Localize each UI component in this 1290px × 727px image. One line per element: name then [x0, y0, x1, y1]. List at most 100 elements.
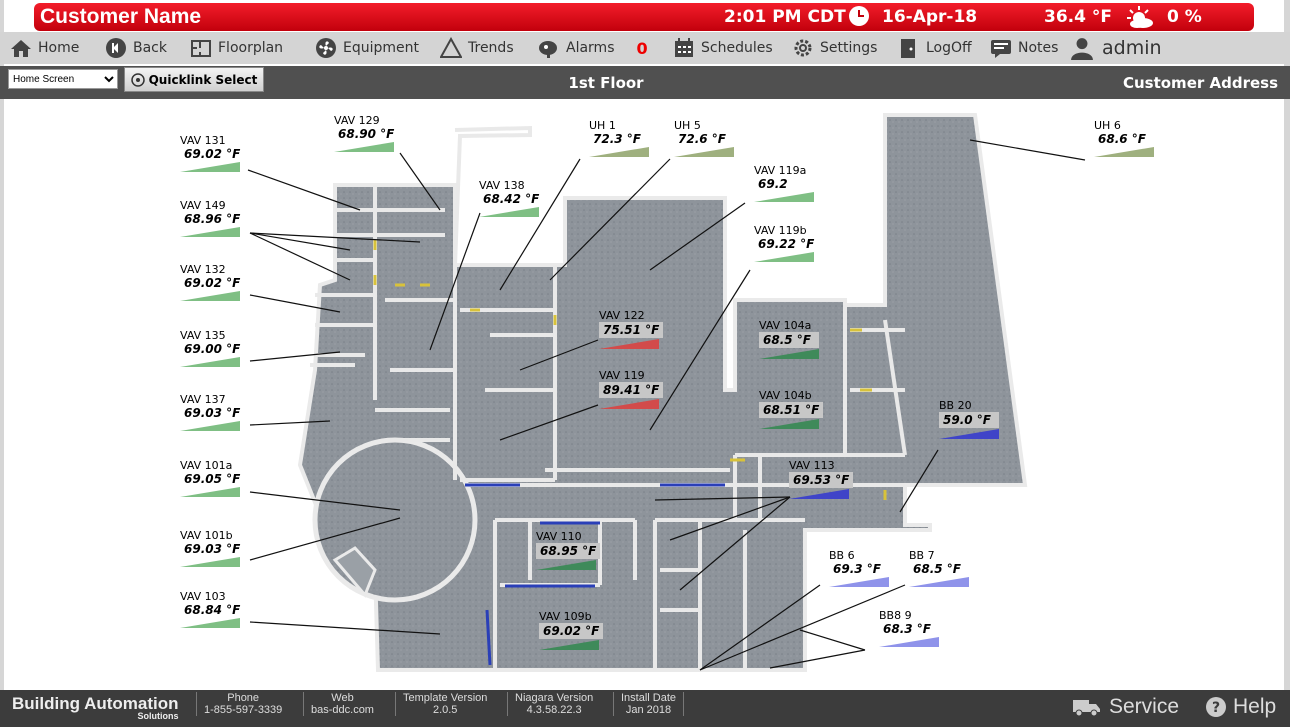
status-wedge — [180, 357, 240, 367]
unit-label: VAV 131 — [180, 134, 226, 147]
nav-back[interactable]: Back — [105, 36, 167, 60]
unit-value: 69.2 — [758, 177, 788, 191]
unit-tag[interactable]: VAV 129 68.90 °F — [334, 114, 394, 152]
nav-equipment[interactable]: Equipment — [315, 36, 419, 60]
gear-icon — [794, 39, 812, 57]
precipitation-percent: 0 % — [1167, 7, 1202, 27]
user-menu[interactable]: admin — [1068, 36, 1162, 60]
unit-label: VAV 101a — [180, 459, 233, 472]
unit-tag[interactable]: UH 5 72.6 °F — [674, 119, 734, 157]
partly-cloudy-icon — [1127, 6, 1153, 28]
brand-logo: Building Automation Solutions — [12, 694, 179, 721]
install-date: Jan 2018 — [625, 704, 672, 716]
unit-tag[interactable]: VAV 135 69.00 °F — [180, 329, 240, 367]
unit-tag[interactable]: VAV 119 89.41 °F — [599, 369, 664, 409]
status-wedge — [180, 291, 240, 301]
nav-notes[interactable]: Notes — [990, 36, 1058, 60]
unit-label: BB 7 — [909, 549, 935, 562]
unit-tag[interactable]: UH 1 72.3 °F — [589, 119, 649, 157]
floor-plan: VAV 131 69.02 °F VAV 129 68.90 °F VAV 149 6… — [0, 100, 1290, 690]
unit-tag[interactable]: UH 6 68.6 °F — [1094, 119, 1154, 157]
unit-tag[interactable]: BB 20 59.0 °F — [939, 399, 999, 439]
unit-label: BB 20 — [939, 399, 972, 412]
nav-alarms[interactable]: Alarms 0 — [538, 36, 648, 60]
nav-settings[interactable]: Settings — [792, 36, 877, 60]
unit-value: 72.6 °F — [678, 132, 726, 146]
notes-icon — [991, 40, 1011, 58]
service-button[interactable]: Service — [1073, 695, 1179, 719]
unit-tag[interactable]: BB8 9 68.3 °F — [879, 609, 939, 647]
footer: Building Automation Solutions Phone 1-855… — [0, 690, 1290, 727]
unit-tag[interactable]: VAV 131 69.02 °F — [180, 134, 240, 172]
unit-label: VAV 101b — [180, 529, 233, 542]
web-url: bas-ddc.com — [311, 704, 374, 716]
niagara-info: Niagara Version 4.3.58.22.3 — [507, 692, 600, 716]
phone-info: Phone 1-855-597-3339 — [196, 692, 289, 716]
unit-tag[interactable]: BB 6 69.3 °F — [829, 549, 889, 587]
nav-home[interactable]: Home — [10, 36, 79, 60]
install-info: Install Date Jan 2018 — [613, 692, 685, 716]
template-info: Template Version 2.0.5 — [395, 692, 494, 716]
unit-value: 68.96 °F — [184, 212, 241, 226]
unit-label: BB 6 — [829, 549, 855, 562]
unit-tag[interactable]: VAV 104b 68.51 °F — [759, 389, 824, 429]
unit-tag[interactable]: VAV 119a 69.2 — [754, 164, 814, 202]
nav-trends[interactable]: Trends — [440, 36, 514, 60]
unit-tag[interactable]: VAV 122 75.51 °F — [599, 309, 664, 349]
nav-schedules[interactable]: Schedules — [673, 36, 773, 60]
unit-tag[interactable]: VAV 113 69.53 °F — [789, 459, 854, 499]
unit-label: VAV 149 — [180, 199, 226, 212]
unit-tag[interactable]: VAV 109b 69.02 °F — [539, 610, 604, 650]
nav-back-label: Back — [133, 40, 167, 56]
back-icon — [106, 38, 126, 58]
help-button[interactable]: ? Help — [1205, 695, 1276, 719]
unit-tag[interactable]: VAV 101b 69.03 °F — [180, 529, 240, 567]
unit-label: VAV 138 — [479, 179, 525, 192]
unit-tag[interactable]: VAV 119b 69.22 °F — [754, 224, 814, 262]
status-wedge — [599, 399, 659, 409]
unit-tag[interactable]: VAV 137 69.03 °F — [180, 393, 240, 431]
status-wedge — [180, 227, 240, 237]
unit-tag[interactable]: VAV 149 68.96 °F — [180, 199, 240, 237]
customer-address: Customer Address — [1122, 74, 1278, 92]
unit-tag[interactable]: VAV 103 68.84 °F — [180, 590, 240, 628]
service-label: Service — [1109, 695, 1180, 718]
unit-tag[interactable]: VAV 104a 68.5 °F — [759, 319, 819, 359]
nav-schedules-label: Schedules — [701, 40, 773, 56]
unit-tag[interactable]: VAV 132 69.02 °F — [180, 263, 240, 301]
outdoor-temperature: 36.4 °F — [1044, 7, 1112, 27]
unit-tag[interactable]: VAV 138 68.42 °F — [479, 179, 539, 217]
current-time: 2:01 PM CDT — [724, 7, 846, 27]
status-wedge — [1094, 147, 1154, 157]
status-wedge — [754, 192, 814, 202]
status-wedge — [789, 489, 849, 499]
fan-icon — [316, 38, 336, 58]
nav-logoff[interactable]: LogOff — [898, 36, 972, 60]
unit-label: VAV 104b — [759, 389, 812, 402]
help-label: Help — [1233, 695, 1277, 718]
template-label: Template Version — [403, 692, 488, 704]
unit-value: 69.02 °F — [184, 147, 241, 161]
floor-title: 1st Floor — [568, 74, 644, 92]
unit-tag[interactable]: VAV 101a 69.05 °F — [180, 459, 240, 497]
nav-equipment-label: Equipment — [343, 40, 419, 56]
status-wedge — [599, 339, 659, 349]
niagara-version: 4.3.58.22.3 — [526, 704, 582, 716]
status-wedge — [180, 162, 240, 172]
nav-bar: Home Back Floorplan Equipment Trends Ala… — [0, 32, 1290, 64]
unit-label: VAV 129 — [334, 114, 380, 127]
unit-tag[interactable]: VAV 110 68.95 °F — [536, 530, 601, 570]
nav-floorplan-label: Floorplan — [218, 40, 284, 56]
unit-label: VAV 132 — [180, 263, 226, 276]
door-icon — [901, 39, 915, 58]
unit-label: UH 5 — [674, 119, 701, 132]
unit-label: UH 1 — [589, 119, 616, 132]
unit-tag[interactable]: BB 7 68.5 °F — [909, 549, 969, 587]
unit-label: VAV 109b — [539, 610, 592, 623]
web-label: Web — [331, 692, 354, 704]
status-wedge — [674, 147, 734, 157]
nav-floorplan[interactable]: Floorplan — [190, 36, 283, 60]
unit-value: 69.53 °F — [789, 472, 854, 488]
unit-value: 89.41 °F — [599, 382, 664, 398]
unit-value: 69.02 °F — [539, 623, 604, 639]
